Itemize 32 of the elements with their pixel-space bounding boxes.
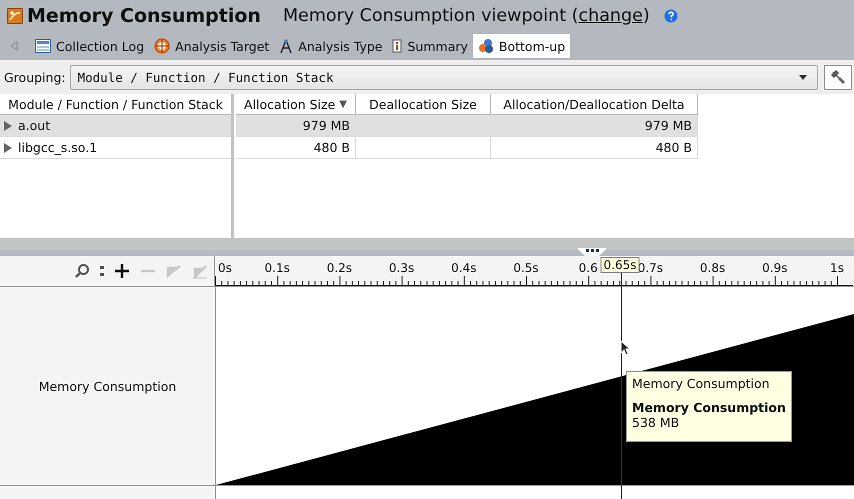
tooltip-value: 538 MB <box>632 415 680 430</box>
table-cell: 480 B <box>491 137 698 159</box>
tick-label: 0.6 <box>578 261 598 275</box>
tick-label: 1s <box>830 261 844 275</box>
track-label: Memory Consumption <box>38 378 176 394</box>
table-cell: 979 MB <box>491 115 698 137</box>
viewpoint-text: Memory Consumption viewpoint (change) <box>282 6 650 26</box>
tick-label: 0.4s <box>451 261 476 275</box>
tick-label: 0.1s <box>264 261 290 275</box>
tab[interactable]: Summary <box>387 34 473 58</box>
sort-indicator: ▼ <box>339 98 347 110</box>
tab[interactable]: Bottom-up <box>472 34 570 58</box>
tooltip-series: Memory Consumption <box>632 400 786 415</box>
grouping-label: Grouping: <box>4 70 66 84</box>
tooltip-title: Memory Consumption <box>632 376 771 391</box>
tab[interactable]: Analysis Target <box>149 34 274 58</box>
tick-label: 0.3s <box>388 261 414 275</box>
tick-label: 0.9s <box>762 261 788 275</box>
tree-row[interactable]: a.out <box>0 115 231 137</box>
tick-label: 0.8s <box>700 261 726 275</box>
tick-label: 0.2s <box>326 261 352 275</box>
table-cell: 979 MB <box>236 115 356 137</box>
window-title: Memory Consumption <box>27 5 261 27</box>
tick-label: 0.5s <box>513 261 539 275</box>
change-link[interactable]: change <box>578 6 643 26</box>
table-cell: 480 B <box>236 137 356 159</box>
tick-label: 0s <box>218 261 232 275</box>
tab[interactable]: Collection Log <box>30 34 150 58</box>
tab[interactable]: Analysis Type <box>274 34 388 58</box>
time-marker-label: 0.65s <box>600 257 640 273</box>
tree-row[interactable]: libgcc_s.so.1 <box>0 137 231 159</box>
grouping-dropdown[interactable]: Module / Function / Function Stack <box>70 64 818 90</box>
